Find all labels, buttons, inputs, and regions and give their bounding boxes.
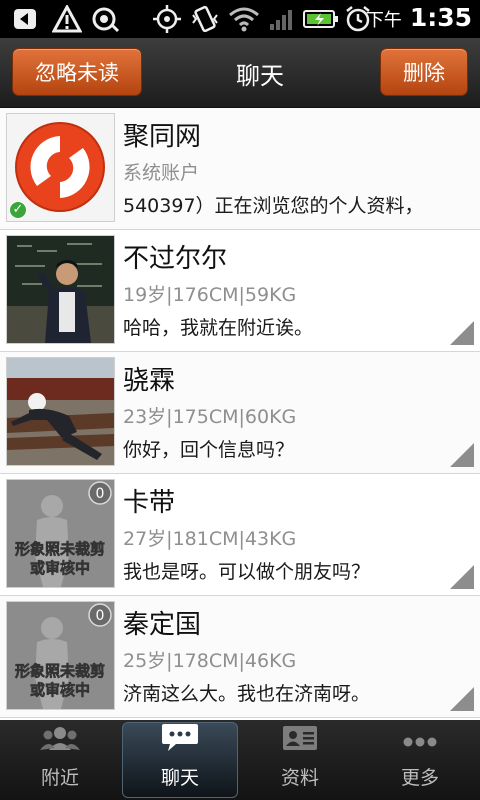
placeholder-text-1: 形象照未裁剪 [15, 540, 105, 558]
tab-label: 资料 [280, 767, 319, 789]
contact-info: 23岁|175CM|60KG [123, 406, 297, 428]
people-icon [40, 724, 80, 757]
tab-nearby[interactable]: 附近 [0, 720, 120, 800]
clock-ampm: 下午 [365, 10, 402, 31]
corner-indicator-icon [450, 687, 474, 711]
last-message: 我也是呀。可以做个朋友吗？ [123, 561, 371, 583]
profile-card-icon [282, 724, 318, 757]
corner-indicator-icon [450, 321, 474, 345]
placeholder-text-2: 或审核中 [30, 559, 90, 577]
delete-button[interactable]: 删除 [380, 48, 468, 96]
user-photo-icon [7, 358, 114, 465]
contact-info: 25岁|178CM|46KG [123, 650, 297, 672]
placeholder-silhouette-icon: 0 形象照未裁剪 或审核中 [7, 480, 114, 587]
contact-info: 27岁|181CM|43KG [123, 528, 297, 550]
corner-indicator-icon [450, 565, 474, 589]
clock: 下午 1:35 [366, 3, 472, 35]
status-bar: 下午 1:35 [0, 0, 480, 38]
contact-name: 秦定国 [123, 610, 202, 640]
tab-more[interactable]: 更多 [360, 720, 480, 800]
contact-info: 系统账户 [123, 162, 200, 184]
last-message: 540397）正在浏览您的个人资料， [123, 195, 424, 217]
battery-charging-icon [302, 4, 340, 34]
warning-icon [50, 4, 84, 34]
contact-info: 19岁|176CM|59KG [123, 284, 297, 306]
last-message: 哈哈，我就在附近诶。 [123, 317, 314, 339]
placeholder-silhouette-icon: 0 形象照未裁剪 或审核中 [7, 602, 114, 709]
tab-label: 更多 [400, 767, 439, 789]
conversation-row[interactable]: 不过尔尔 19岁|176CM|59KG 哈哈，我就在附近诶。 [0, 230, 480, 352]
avatar[interactable] [6, 357, 115, 466]
tab-profile[interactable]: 资料 [240, 720, 360, 800]
page-title: 聊天 [236, 61, 284, 90]
last-message: 济南这么大。我也在济南呀。 [123, 683, 371, 705]
contact-name: 聚同网 [123, 122, 202, 152]
corner-indicator-icon [450, 443, 474, 467]
contact-name: 不过尔尔 [123, 244, 228, 274]
verified-check-icon: ✓ [9, 201, 27, 219]
tab-label: 聊天 [160, 767, 199, 789]
last-message: 你好，回个信息吗？ [123, 439, 295, 461]
vibrate-icon [188, 4, 222, 34]
user-photo-icon [7, 236, 114, 343]
tab-label: 附近 [40, 767, 79, 789]
wifi-icon [226, 4, 262, 34]
tab-chat[interactable]: 聊天 [120, 720, 240, 800]
conversation-row[interactable]: ✓ 聚同网 系统账户 540397）正在浏览您的个人资料， [0, 108, 480, 230]
back-notification-icon [8, 4, 42, 34]
placeholder-text-2: 或审核中 [30, 681, 90, 699]
chat-bubble-icon [160, 722, 200, 757]
placeholder-text-1: 形象照未裁剪 [15, 662, 105, 680]
conversation-row[interactable]: 0 形象照未裁剪 或审核中 秦定国 25岁|178CM|46KG 济南这么大。我… [0, 596, 480, 718]
photo-badge-count: 0 [96, 486, 105, 502]
more-dots-icon [402, 732, 438, 757]
conversation-row[interactable]: 0 形象照未裁剪 或审核中 卡带 27岁|181CM|43KG 我也是呀。可以做… [0, 474, 480, 596]
gps-icon [150, 4, 184, 34]
contact-name: 骁霖 [123, 366, 176, 396]
title-bar: 忽略未读 聊天 删除 [0, 38, 480, 108]
sync-icon [88, 4, 122, 34]
avatar[interactable]: ✓ [6, 113, 115, 222]
avatar[interactable] [6, 235, 115, 344]
conversation-list[interactable]: ✓ 聚同网 系统账户 540397）正在浏览您的个人资料， 不过尔尔 19岁|1… [0, 108, 480, 720]
bottom-tab-bar: 附近 聊天 资料 更多 [0, 720, 480, 800]
signal-icon [266, 4, 298, 34]
conversation-row[interactable]: 骁霖 23岁|175CM|60KG 你好，回个信息吗？ [0, 352, 480, 474]
clock-time: 1:35 [409, 3, 472, 32]
contact-name: 卡带 [123, 488, 176, 518]
ignore-unread-button[interactable]: 忽略未读 [12, 48, 142, 96]
avatar[interactable]: 0 形象照未裁剪 或审核中 [6, 479, 115, 588]
avatar[interactable]: 0 形象照未裁剪 或审核中 [6, 601, 115, 710]
photo-badge-count: 0 [96, 608, 105, 624]
